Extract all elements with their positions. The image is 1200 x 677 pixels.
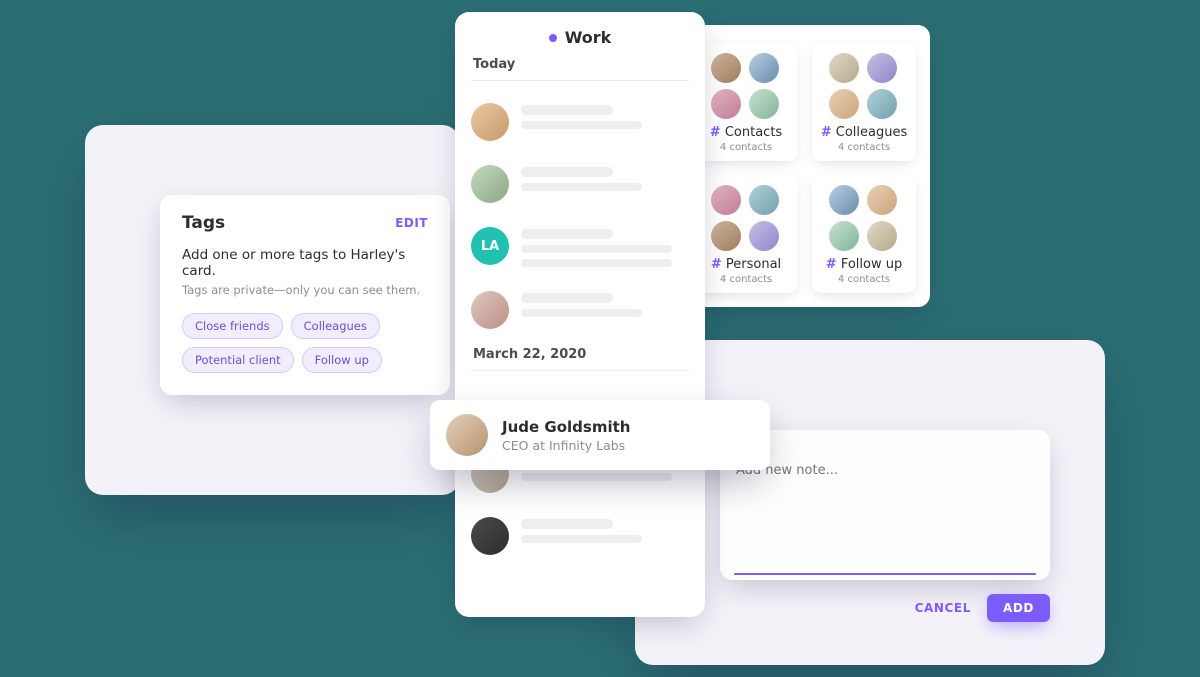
avatar <box>711 89 741 119</box>
group-name: Colleagues <box>836 125 907 140</box>
contact-name: Jude Goldsmith <box>502 418 630 436</box>
list-item[interactable]: LA <box>471 215 689 279</box>
avatar <box>829 185 859 215</box>
avatar-initials: LA <box>471 227 509 265</box>
divider <box>471 370 689 371</box>
avatar <box>749 221 779 251</box>
list-item[interactable] <box>471 505 689 567</box>
avatar <box>867 185 897 215</box>
avatar <box>867 221 897 251</box>
avatar <box>749 89 779 119</box>
avatar <box>446 414 488 456</box>
hash-icon: # <box>826 257 837 272</box>
avatar <box>711 53 741 83</box>
tag-pill-close-friends[interactable]: Close friends <box>182 313 283 339</box>
tag-groups-card: # Contacts 4 contacts # Colleagues 4 con… <box>680 25 930 307</box>
work-feed-card: Work Today LA March 22, 2020 <box>455 12 705 617</box>
group-count: 4 contacts <box>820 274 908 285</box>
group-card-follow-up[interactable]: # Follow up 4 contacts <box>812 175 916 293</box>
group-name: Personal <box>726 257 781 272</box>
tag-pill-potential-client[interactable]: Potential client <box>182 347 294 373</box>
tags-subtext: Tags are private—only you can see them. <box>182 283 428 297</box>
group-count: 4 contacts <box>702 142 790 153</box>
list-item[interactable] <box>471 91 689 153</box>
work-category-dot-icon <box>549 34 557 42</box>
tag-pill-row: Close friends Colleagues Potential clien… <box>182 313 428 373</box>
work-section-date: March 22, 2020 <box>455 341 705 370</box>
work-title: Work <box>565 28 612 47</box>
group-name: Contacts <box>725 125 782 140</box>
add-button[interactable]: ADD <box>987 594 1050 622</box>
note-date-label: Today <box>734 442 1036 455</box>
divider <box>471 80 689 81</box>
list-item[interactable] <box>471 279 689 341</box>
hash-icon: # <box>821 125 832 140</box>
avatar <box>471 291 509 329</box>
avatar <box>471 103 509 141</box>
contact-highlight-card[interactable]: Jude Goldsmith CEO at Infinity Labs <box>430 400 770 470</box>
avatar <box>829 221 859 251</box>
avatar <box>749 53 779 83</box>
note-underline <box>734 573 1036 575</box>
avatar <box>867 89 897 119</box>
tags-description: Add one or more tags to Harley's card. <box>182 247 428 279</box>
tags-heading: Tags <box>182 213 225 233</box>
work-section-today: Today <box>455 57 705 80</box>
cancel-button[interactable]: CANCEL <box>915 601 971 615</box>
contact-title: CEO at Infinity Labs <box>502 438 630 453</box>
group-count: 4 contacts <box>820 142 908 153</box>
avatar <box>749 185 779 215</box>
group-count: 4 contacts <box>702 274 790 285</box>
avatar <box>829 89 859 119</box>
hash-icon: # <box>711 257 722 272</box>
group-card-personal[interactable]: # Personal 4 contacts <box>694 175 798 293</box>
group-card-contacts[interactable]: # Contacts 4 contacts <box>694 43 798 161</box>
note-input[interactable] <box>734 461 1036 569</box>
avatar <box>711 221 741 251</box>
avatar <box>829 53 859 83</box>
avatar <box>471 517 509 555</box>
tag-pill-colleagues[interactable]: Colleagues <box>291 313 380 339</box>
avatar <box>471 165 509 203</box>
tags-edit-link[interactable]: EDIT <box>395 216 428 230</box>
tags-card: Tags EDIT Add one or more tags to Harley… <box>160 195 450 395</box>
list-item[interactable] <box>471 153 689 215</box>
avatar <box>711 185 741 215</box>
hash-icon: # <box>710 125 721 140</box>
group-card-colleagues[interactable]: # Colleagues 4 contacts <box>812 43 916 161</box>
tag-pill-follow-up[interactable]: Follow up <box>302 347 382 373</box>
avatar <box>867 53 897 83</box>
group-name: Follow up <box>841 257 902 272</box>
